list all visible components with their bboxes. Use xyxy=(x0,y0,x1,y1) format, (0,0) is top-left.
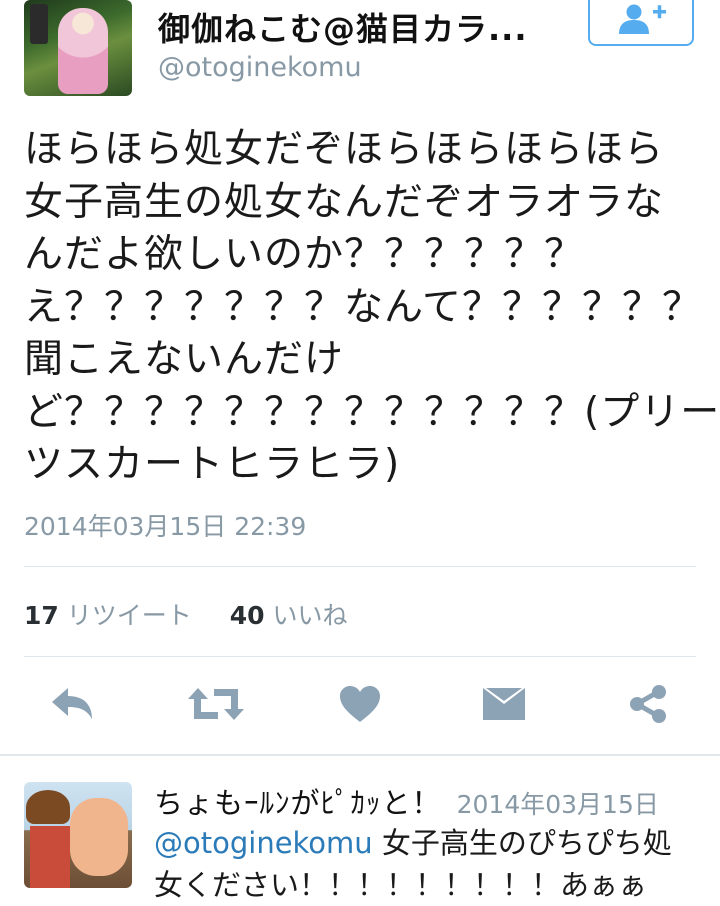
tweet-text-line: ツスカートヒラヒラ) xyxy=(24,442,401,487)
reply-button[interactable] xyxy=(44,682,100,730)
reply-text-line: 女ください！！！！！！！！！あぁぁ xyxy=(154,868,648,902)
tweet-action-bar xyxy=(0,670,720,742)
share-icon xyxy=(628,684,668,728)
follow-button[interactable] xyxy=(588,0,694,46)
reply-text-line: 女子高生のぴちぴち処 xyxy=(381,826,672,860)
author-display-name[interactable]: 御伽ねこむ@猫目カラ... xyxy=(158,4,527,50)
reply-arrow-icon xyxy=(48,686,96,726)
avatar-character-hat xyxy=(26,790,70,824)
retweet-count: 17 xyxy=(24,601,59,630)
reply-display-name[interactable]: ちょもｰﾙﾝがﾋﾟｶｯと！ xyxy=(154,786,442,820)
like-button[interactable] xyxy=(332,682,388,730)
tweet-stats: 17 リツイート 40 いいね xyxy=(24,596,348,632)
retweet-button[interactable] xyxy=(188,682,244,730)
tweet-text-line: ど？？？？？？？？？？？？？(プリー xyxy=(24,389,720,435)
retweet-label: リツイート xyxy=(66,601,192,630)
direct-message-button[interactable] xyxy=(476,682,532,730)
author-handle[interactable]: @otoginekomu xyxy=(158,52,362,83)
divider xyxy=(24,656,696,657)
tweet-text-line: え？？？？？？？なんて？？？？？？ xyxy=(24,284,703,330)
reply-mention-link[interactable]: @otoginekomu xyxy=(154,826,373,860)
reply-text: @otoginekomu 女子高生のぴちぴち処 女ください！！！！！！！！！あぁ… xyxy=(154,822,714,906)
tweet-text-line: 女子高生の処女なんだぞオラオラな xyxy=(24,179,665,225)
tweet-text-line: 聞こえないんだけ xyxy=(24,337,345,382)
divider xyxy=(24,566,696,567)
tweet-text-line: んだよ欲しいのか？？？？？？ xyxy=(24,232,585,277)
avatar-face xyxy=(70,798,128,876)
author-avatar[interactable] xyxy=(24,0,132,96)
envelope-icon xyxy=(482,686,526,726)
like-label: いいね xyxy=(272,601,348,630)
retweet-icon xyxy=(188,684,244,728)
tweet-text-line: ほらほら処女だぞほらほらほらほら xyxy=(24,127,665,172)
like-count: 40 xyxy=(229,601,265,630)
tweet-text: ほらほら処女だぞほらほらほらほら 女子高生の処女なんだぞオラオラな んだよ欲しい… xyxy=(24,124,720,492)
heart-icon xyxy=(339,685,381,727)
follow-user-plus-icon xyxy=(614,4,668,40)
avatar-character-body xyxy=(30,826,70,888)
section-divider xyxy=(0,754,720,756)
tweet-timestamp: 2014年03月15日 22:39 xyxy=(24,512,307,541)
like-stat[interactable]: 40 いいね xyxy=(230,601,348,630)
reply-timestamp: 2014年03月15日 xyxy=(456,790,659,819)
retweet-stat[interactable]: 17 リツイート xyxy=(24,601,200,630)
reply-author-avatar[interactable] xyxy=(24,782,132,888)
reply-header: ちょもｰﾙﾝがﾋﾟｶｯと！ 2014年03月15日 xyxy=(154,780,659,822)
avatar-background-lamp xyxy=(30,4,48,44)
avatar-figure xyxy=(58,8,108,94)
share-button[interactable] xyxy=(620,682,676,730)
